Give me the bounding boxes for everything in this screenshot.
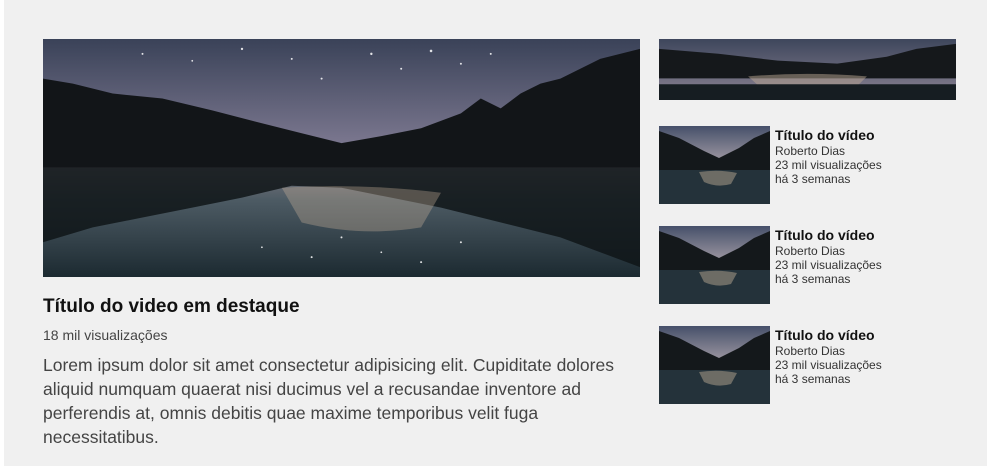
video-info: Título do vídeo Roberto Dias 23 mil visu… xyxy=(775,127,955,186)
featured-video: Título do video em destaque 18 mil visua… xyxy=(43,39,640,449)
view-count: 23 mil visualizações xyxy=(775,358,882,372)
view-count: 23 mil visualizações xyxy=(775,258,882,272)
upload-date: há 3 semanas xyxy=(775,272,851,286)
featured-thumbnail[interactable] xyxy=(43,39,640,277)
video-thumbnail[interactable] xyxy=(659,126,770,204)
channel-name[interactable]: Roberto Dias xyxy=(775,144,955,158)
channel-name[interactable]: Roberto Dias xyxy=(775,244,955,258)
video-thumbnail[interactable] xyxy=(659,226,770,304)
list-item[interactable]: Título do vídeo Roberto Dias 23 mil visu… xyxy=(659,326,959,404)
upload-date: há 3 semanas xyxy=(775,372,851,386)
featured-views: 18 mil visualizações xyxy=(43,327,168,343)
channel-name[interactable]: Roberto Dias xyxy=(775,344,955,358)
featured-title[interactable]: Título do video em destaque xyxy=(43,295,640,318)
featured-description: Lorem ipsum dolor sit amet consectetur a… xyxy=(43,355,614,447)
page: Título do video em destaque 18 mil visua… xyxy=(4,0,987,466)
video-title[interactable]: Título do vídeo xyxy=(775,127,955,144)
video-info: Título do vídeo Roberto Dias 23 mil visu… xyxy=(775,327,955,386)
video-thumbnail[interactable] xyxy=(659,326,770,404)
night-lake-banner-icon xyxy=(659,39,956,100)
upload-date: há 3 semanas xyxy=(775,172,851,186)
video-info: Título do vídeo Roberto Dias 23 mil visu… xyxy=(775,227,955,286)
view-count: 23 mil visualizações xyxy=(775,158,882,172)
list-item[interactable]: Título do vídeo Roberto Dias 23 mil visu… xyxy=(659,126,959,204)
night-lake-icon xyxy=(659,126,770,204)
video-title[interactable]: Título do vídeo xyxy=(775,227,955,244)
night-lake-icon xyxy=(43,39,640,277)
night-lake-icon xyxy=(659,226,770,304)
video-title[interactable]: Título do vídeo xyxy=(775,327,955,344)
night-lake-icon xyxy=(659,326,770,404)
list-item[interactable]: Título do vídeo Roberto Dias 23 mil visu… xyxy=(659,226,959,304)
banner-thumbnail[interactable] xyxy=(659,39,956,100)
